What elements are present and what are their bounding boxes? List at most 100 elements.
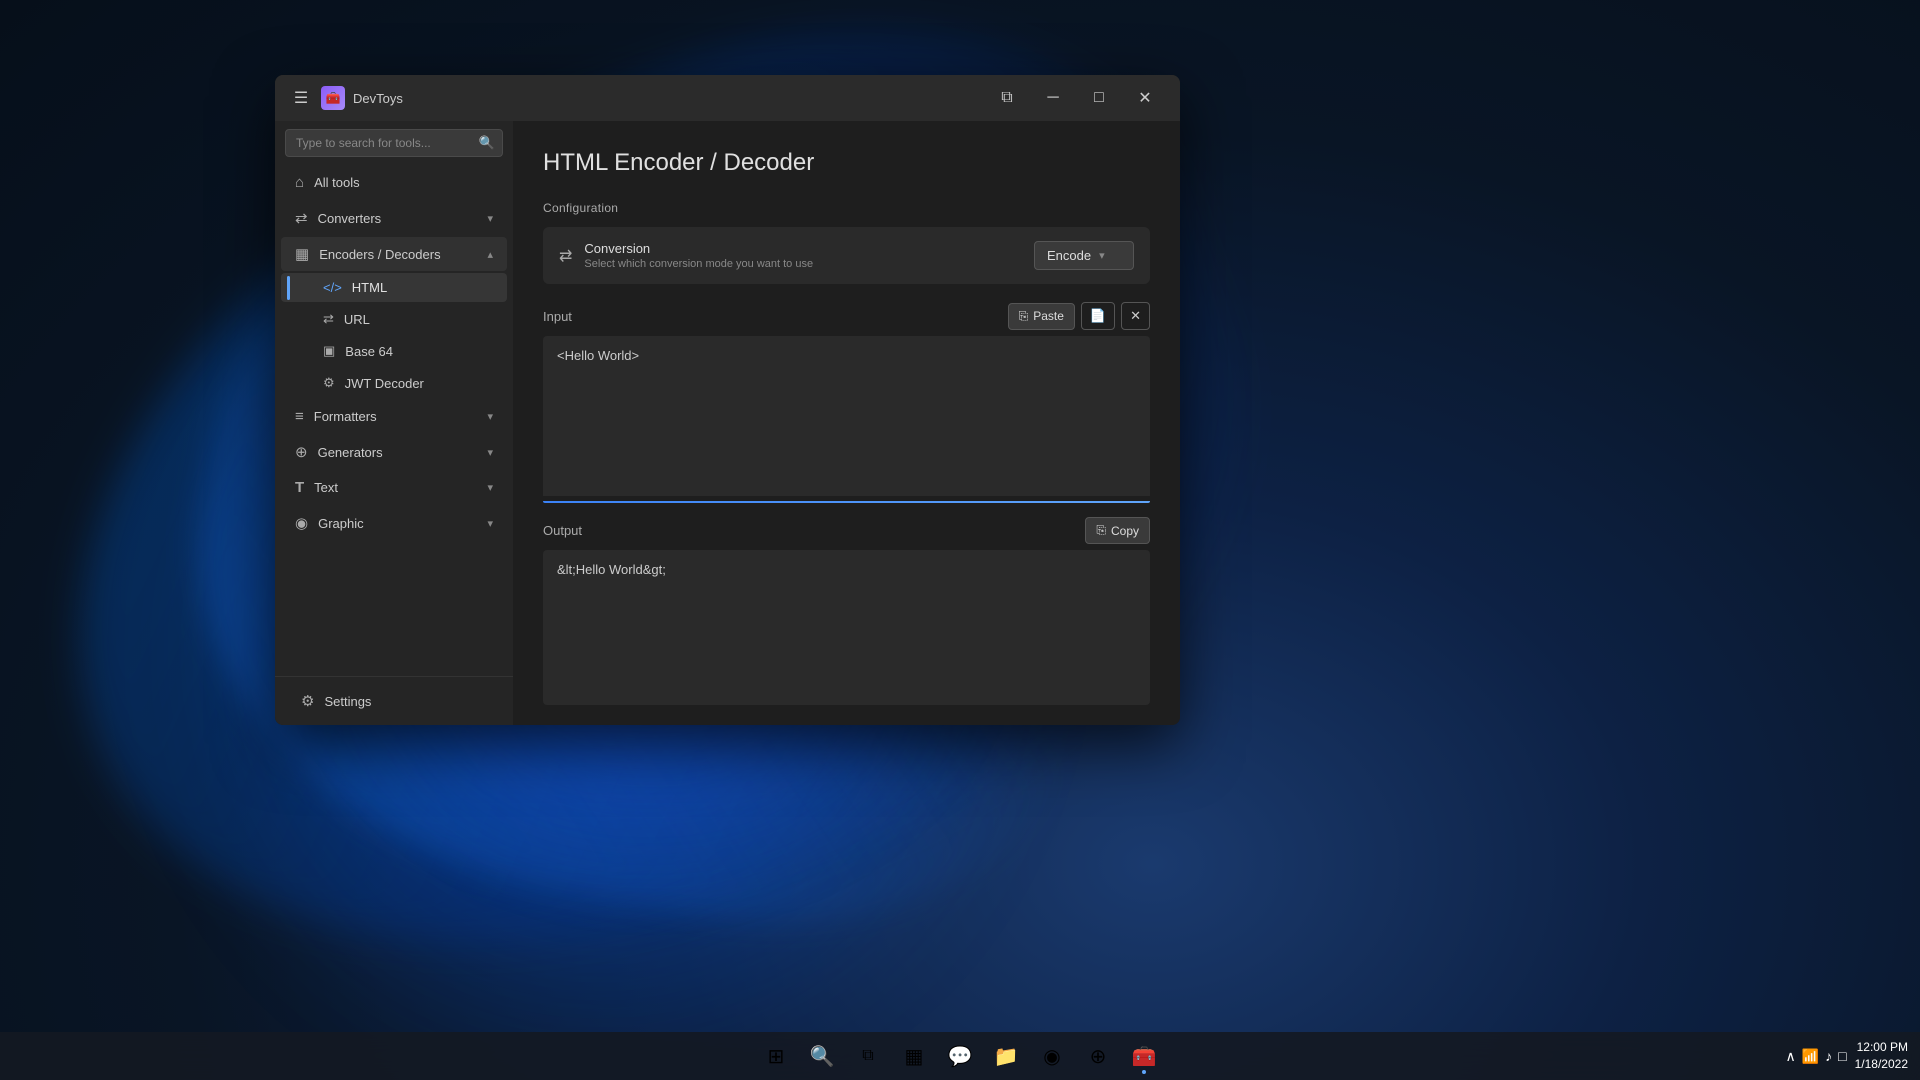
file-icon: 📄: [1090, 308, 1106, 323]
formatters-label: Formatters: [314, 409, 377, 424]
store-button[interactable]: ⊕: [1078, 1036, 1118, 1076]
copy-button[interactable]: ⎘ Copy: [1085, 517, 1150, 544]
minimize-button[interactable]: ─: [1030, 82, 1076, 114]
clear-input-button[interactable]: ✕: [1121, 302, 1150, 330]
text-chevron: ▾: [487, 481, 493, 494]
sidebar-item-jwt-decoder[interactable]: ⚙ JWT Decoder: [281, 368, 507, 398]
input-header: Input ⎘ Paste 📄 ✕: [543, 302, 1150, 330]
widgets-icon: ▦: [905, 1044, 924, 1069]
formatters-icon: ≡: [295, 408, 304, 425]
encode-decode-dropdown[interactable]: Encode ▾: [1034, 241, 1134, 270]
expand-tray-icon[interactable]: ∧: [1785, 1048, 1795, 1065]
conversion-info: Conversion Select which conversion mode …: [584, 241, 1034, 270]
open-file-button[interactable]: 📄: [1081, 302, 1115, 330]
settings-icon: ⚙: [301, 692, 314, 710]
main-content: HTML Encoder / Decoder Configuration ⇄ C…: [513, 121, 1180, 725]
sidebar-item-formatters[interactable]: ≡ Formatters ▾: [281, 400, 507, 433]
output-section: Output ⎘ Copy &lt;Hello World&gt;: [543, 517, 1150, 705]
explorer-button[interactable]: 📁: [986, 1036, 1026, 1076]
home-icon: ⌂: [295, 174, 304, 191]
edge-icon: ◉: [1043, 1044, 1060, 1069]
logo-icon: 🧰: [326, 91, 341, 105]
converters-chevron: ▾: [487, 212, 493, 225]
chat-button[interactable]: 💬: [940, 1036, 980, 1076]
input-actions: ⎘ Paste 📄 ✕: [1008, 302, 1150, 330]
search-container: 🔍: [285, 129, 503, 157]
base64-icon: ▣: [323, 343, 335, 359]
converters-icon: ⇄: [295, 209, 308, 227]
taskbar-center: ⊞ 🔍 ⧉ ▦ 💬 📁 ◉ ⊕ 🧰: [756, 1036, 1164, 1076]
dropdown-value: Encode: [1047, 248, 1091, 263]
output-header: Output ⎘ Copy: [543, 517, 1150, 544]
conversion-icon: ⇄: [559, 246, 572, 266]
maximize-button[interactable]: □: [1076, 82, 1122, 114]
settings-label: Settings: [324, 694, 371, 709]
volume-icon[interactable]: ♪: [1825, 1048, 1832, 1064]
chat-icon: 💬: [948, 1044, 973, 1069]
sidebar-item-graphic[interactable]: ◉ Graphic ▾: [281, 506, 507, 540]
close-button[interactable]: ✕: [1122, 82, 1168, 114]
conversion-control: Encode ▾: [1034, 241, 1134, 270]
sidebar-item-settings[interactable]: ⚙ Settings: [287, 684, 501, 718]
system-tray-icons: ∧ 📶 ♪ □: [1785, 1048, 1846, 1065]
widgets-button[interactable]: ▦: [894, 1036, 934, 1076]
snap-icon: ⧉: [1001, 89, 1012, 107]
encoders-label: Encoders / Decoders: [319, 247, 440, 262]
start-button[interactable]: ⊞: [756, 1036, 796, 1076]
sidebar-item-text[interactable]: T Text ▾: [281, 471, 507, 504]
taskbar: ⊞ 🔍 ⧉ ▦ 💬 📁 ◉ ⊕ 🧰 ∧ 📶 ♪: [0, 1032, 1920, 1080]
taskbar-search-icon: 🔍: [810, 1044, 835, 1069]
graphic-icon: ◉: [295, 514, 308, 532]
sidebar: 🔍 ⌂ All tools ⇄ Converters ▾ ▦ Encoders …: [275, 121, 513, 725]
snap-button[interactable]: ⧉: [984, 82, 1030, 114]
sidebar-item-generators[interactable]: ⊕ Generators ▾: [281, 435, 507, 469]
generators-label: Generators: [318, 445, 383, 460]
app-body: 🔍 ⌂ All tools ⇄ Converters ▾ ▦ Encoders …: [275, 121, 1180, 725]
devtoys-icon: 🧰: [1132, 1044, 1157, 1069]
close-icon: ✕: [1138, 88, 1151, 108]
text-label: Text: [314, 480, 338, 495]
task-view-button[interactable]: ⧉: [848, 1036, 888, 1076]
sidebar-item-converters[interactable]: ⇄ Converters ▾: [281, 201, 507, 235]
menu-button[interactable]: ☰: [287, 84, 315, 112]
sidebar-bottom: ⚙ Settings: [275, 676, 513, 725]
devtoys-button[interactable]: 🧰: [1124, 1036, 1164, 1076]
paste-button[interactable]: ⎘ Paste: [1008, 303, 1075, 330]
conversion-title: Conversion: [584, 241, 1034, 256]
sidebar-item-url[interactable]: ⇄ URL: [281, 304, 507, 334]
sidebar-item-all-tools[interactable]: ⌂ All tools: [281, 166, 507, 199]
search-input[interactable]: [285, 129, 503, 157]
paste-label: Paste: [1033, 309, 1064, 323]
encoders-chevron: ▴: [487, 248, 493, 261]
clock[interactable]: 12:00 PM 1/18/2022: [1855, 1039, 1908, 1073]
jwt-icon: ⚙: [323, 375, 335, 391]
input-section: Input ⎘ Paste 📄 ✕ <Hello W: [543, 302, 1150, 503]
battery-icon[interactable]: □: [1838, 1048, 1846, 1064]
sidebar-item-base64[interactable]: ▣ Base 64: [281, 336, 507, 366]
graphic-chevron: ▾: [487, 517, 493, 530]
start-icon: ⊞: [768, 1044, 785, 1069]
edge-button[interactable]: ◉: [1032, 1036, 1072, 1076]
network-icon[interactable]: 📶: [1802, 1048, 1819, 1065]
sidebar-item-encoders-decoders[interactable]: ▦ Encoders / Decoders ▴: [281, 237, 507, 271]
encoders-icon: ▦: [295, 245, 309, 263]
time-display: 12:00 PM: [1855, 1039, 1908, 1056]
window-controls: ⧉ ─ □ ✕: [984, 82, 1168, 114]
text-icon: T: [295, 479, 304, 496]
jwt-label: JWT Decoder: [345, 376, 424, 391]
date-display: 1/18/2022: [1855, 1056, 1908, 1073]
output-label: Output: [543, 523, 1085, 538]
clear-icon: ✕: [1130, 308, 1141, 323]
store-icon: ⊕: [1090, 1044, 1107, 1069]
task-view-icon: ⧉: [862, 1047, 873, 1065]
input-textarea[interactable]: <Hello World>: [543, 336, 1150, 496]
html-label: HTML: [352, 280, 387, 295]
taskbar-right: ∧ 📶 ♪ □ 12:00 PM 1/18/2022: [1785, 1039, 1908, 1073]
search-button[interactable]: 🔍: [802, 1036, 842, 1076]
graphic-label: Graphic: [318, 516, 364, 531]
config-section-label: Configuration: [543, 201, 1150, 215]
app-window: ☰ 🧰 DevToys ⧉ ─ □ ✕ 🔍: [275, 75, 1180, 725]
search-icon: 🔍: [479, 135, 495, 151]
sidebar-item-html[interactable]: </> HTML: [281, 273, 507, 302]
input-label: Input: [543, 309, 1008, 324]
